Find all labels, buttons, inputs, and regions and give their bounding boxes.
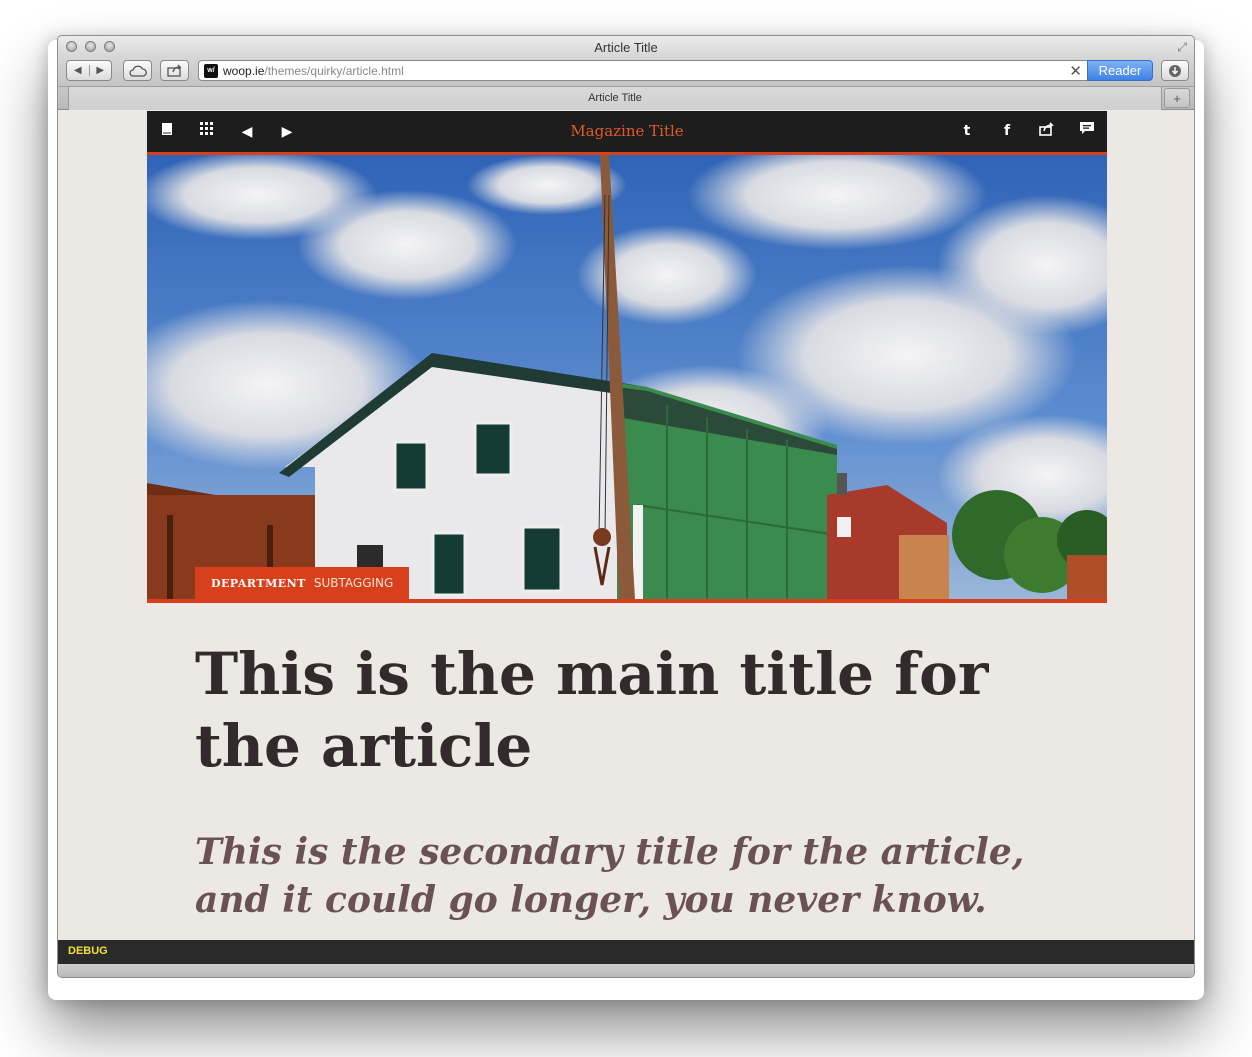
share-button[interactable] — [160, 60, 189, 81]
browser-toolbar: ◀ ▶ w/ woop.ie/themes/quirky/article.htm… — [58, 58, 1194, 86]
share-icon[interactable] — [1037, 121, 1057, 141]
share-icon — [166, 64, 182, 77]
new-tab-button[interactable]: + — [1164, 88, 1190, 108]
download-icon — [1169, 64, 1181, 77]
reader-button[interactable]: Reader — [1087, 60, 1153, 81]
site-favicon: w/ — [204, 64, 218, 78]
facebook-icon[interactable]: f — [997, 121, 1017, 141]
department-label: DEPARTMENT — [211, 577, 306, 590]
download-button[interactable] — [1161, 60, 1189, 81]
twitter-icon[interactable]: t — [957, 121, 977, 141]
address-bar[interactable]: w/ woop.ie/themes/quirky/article.html ✕ — [198, 60, 1088, 81]
back-arrow-icon[interactable]: ◀ — [67, 65, 90, 76]
window-title: Article Title — [594, 40, 658, 55]
barn-photo — [147, 155, 1107, 599]
url-text[interactable]: woop.ie/themes/quirky/article.html — [223, 64, 404, 78]
browser-window: Article Title ⤢ ◀ ▶ w/ woop.ie/themes/qu… — [57, 35, 1195, 978]
url-path: /themes/quirky/article.html — [264, 64, 404, 78]
article-secondary-title: This is the secondary title for the arti… — [195, 831, 1025, 921]
tab-bar: Article Title + — [58, 86, 1194, 110]
tab-article[interactable]: Article Title — [68, 87, 1162, 110]
window-bottom-edge — [58, 964, 1194, 977]
hero-image: DEPARTMENT SUBTAGGING — [147, 155, 1107, 603]
department-tag[interactable]: DEPARTMENT SUBTAGGING — [195, 567, 410, 599]
url-domain: woop.ie — [223, 64, 265, 78]
back-forward-buttons: ◀ ▶ — [66, 60, 112, 81]
subtagging-label: SUBTAGGING — [313, 576, 394, 590]
icloud-tabs-button[interactable] — [123, 60, 152, 81]
forward-arrow-icon[interactable]: ▶ — [90, 65, 112, 76]
debug-bar[interactable]: DEBUG — [58, 940, 1194, 964]
cloud-icon — [129, 65, 147, 77]
page-content: ◀ ▶ Magazine Title t f DEPARTMENT SUBTAG… — [58, 110, 1194, 940]
article-main-title: This is the main title for the article — [195, 640, 989, 780]
fullscreen-icon[interactable]: ⤢ — [1177, 40, 1187, 55]
title-bar: Article Title ⤢ — [58, 36, 1194, 58]
magazine-nav-bar: ◀ ▶ Magazine Title t f — [147, 111, 1107, 156]
clear-url-icon[interactable]: ✕ — [1069, 62, 1082, 80]
comment-icon[interactable] — [1077, 121, 1097, 141]
